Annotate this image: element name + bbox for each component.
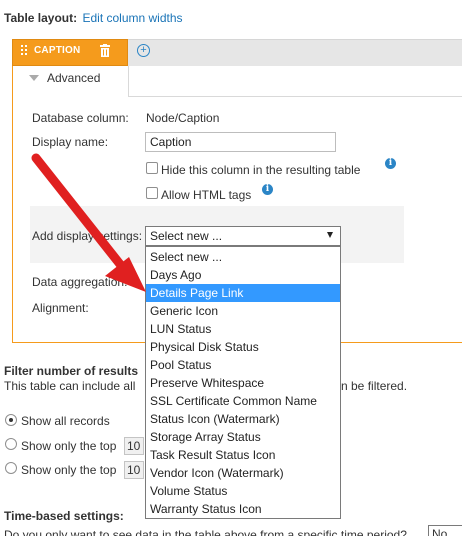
dropdown-option[interactable]: Details Page Link: [146, 284, 340, 302]
chevron-down-icon: [327, 232, 333, 238]
allow-html-label: Allow HTML tags: [161, 188, 252, 202]
dropdown-option[interactable]: SSL Certificate Common Name: [146, 392, 340, 410]
dropdown-option[interactable]: LUN Status: [146, 320, 340, 338]
dropdown-option[interactable]: Task Result Status Icon: [146, 446, 340, 464]
info-icon[interactable]: i: [385, 158, 396, 169]
hide-column-label: Hide this column in the resulting table: [161, 163, 361, 177]
edit-column-widths-link[interactable]: Edit column widths: [82, 11, 182, 25]
show-top-percent-label: Show only the top: [21, 463, 117, 477]
time-settings-description: Do you only want to see data in the tabl…: [4, 528, 407, 536]
add-display-settings-label: Add display settings:: [32, 229, 143, 243]
hide-column-checkbox[interactable]: [146, 162, 158, 174]
time-settings-heading: Time-based settings:: [4, 509, 124, 523]
dropdown-option[interactable]: Vendor Icon (Watermark): [146, 464, 340, 482]
top-percent-input[interactable]: 10: [124, 461, 144, 479]
show-all-radio[interactable]: [5, 414, 17, 426]
show-top-label: Show only the top: [21, 439, 117, 453]
add-column-icon[interactable]: +: [137, 44, 150, 57]
dropdown-option[interactable]: Storage Array Status: [146, 428, 340, 446]
filter-description-tail: n be filtered.: [341, 379, 408, 393]
display-settings-select[interactable]: Select new ...: [145, 226, 341, 246]
dropdown-option[interactable]: Status Icon (Watermark): [146, 410, 340, 428]
caption-tab-label: CAPTION: [34, 45, 81, 56]
dropdown-option[interactable]: Volume Status: [146, 482, 340, 500]
trash-icon[interactable]: [99, 44, 111, 57]
dropdown-option[interactable]: Preserve Whitespace: [146, 374, 340, 392]
alignment-label: Alignment:: [32, 301, 89, 315]
display-name-label: Display name:: [32, 135, 109, 149]
table-layout-title: Table layout:: [4, 11, 78, 25]
filter-heading: Filter number of results: [4, 364, 139, 378]
show-all-label: Show all records: [21, 414, 110, 428]
dropdown-option[interactable]: Days Ago: [146, 266, 340, 284]
allow-html-checkbox[interactable]: [146, 187, 158, 199]
database-column-value: Node/Caption: [146, 111, 220, 125]
drag-handle-icon[interactable]: [21, 45, 29, 57]
filter-description: This table can include all: [4, 379, 136, 393]
advanced-label: Advanced: [47, 71, 101, 85]
dropdown-option[interactable]: Select new ...: [146, 248, 340, 266]
table-layout-heading: Table layout: Edit column widths: [4, 11, 183, 25]
time-period-select[interactable]: No: [428, 525, 462, 536]
dropdown-option[interactable]: Warranty Status Icon: [146, 500, 340, 518]
top-count-input[interactable]: 10: [124, 437, 144, 455]
collapse-triangle-icon: [29, 75, 39, 81]
display-settings-dropdown: Select new ... Days Ago Details Page Link G…: [145, 246, 341, 519]
display-name-input[interactable]: Caption: [145, 132, 336, 152]
dropdown-option[interactable]: Generic Icon: [146, 302, 340, 320]
database-column-label: Database column:: [32, 111, 129, 125]
dropdown-option[interactable]: Physical Disk Status: [146, 338, 340, 356]
info-icon[interactable]: i: [262, 184, 273, 195]
show-top-radio[interactable]: [5, 438, 17, 450]
dropdown-option[interactable]: Pool Status: [146, 356, 340, 374]
show-top-percent-radio[interactable]: [5, 462, 17, 474]
data-aggregation-label: Data aggregation:: [32, 275, 128, 289]
